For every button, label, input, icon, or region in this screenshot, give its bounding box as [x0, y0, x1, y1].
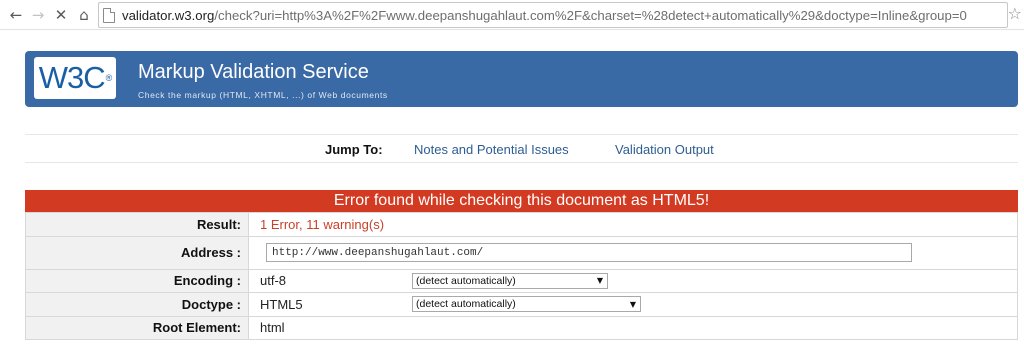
notes-link[interactable]: Notes and Potential Issues	[414, 142, 569, 157]
root-element-label: Root Element:	[25, 315, 249, 340]
error-header: Error found while checking this document…	[25, 190, 1018, 212]
bookmark-star-icon[interactable]: ☆	[1008, 4, 1022, 23]
stop-icon[interactable]: ✕	[51, 5, 71, 25]
url-path: /check?uri=http%3A%2F%2Fwww.deepanshugah…	[214, 7, 967, 23]
url-text[interactable]: validator.w3.org/check?uri=http%3A%2F%2F…	[122, 8, 967, 23]
encoding-select[interactable]: (detect automatically) ▼	[412, 272, 608, 289]
browser-toolbar: ← → ✕ ⌂ validator.w3.org/check?uri=http%…	[0, 0, 1024, 30]
encoding-row: Encoding : utf-8 (detect automatically) …	[25, 268, 1018, 293]
result-value: 1 Error, 11 warning(s)	[248, 212, 1018, 237]
doctype-row: Doctype : HTML5 (detect automatically) ▼	[25, 292, 1018, 317]
doctype-value: HTML5	[260, 296, 303, 312]
address-cell	[248, 235, 1018, 270]
w3c-logo[interactable]: W3C ®	[34, 57, 116, 99]
validator-banner: W3C ® Markup Validation Service Check the…	[25, 51, 1018, 107]
result-label: Result:	[25, 212, 249, 237]
doctype-select[interactable]: (detect automatically) ▼	[412, 296, 641, 313]
doctype-select-value: (detect automatically)	[416, 298, 516, 311]
page-title[interactable]: Markup Validation Service	[138, 61, 369, 84]
address-bar[interactable]: validator.w3.org/check?uri=http%3A%2F%2F…	[98, 2, 1008, 28]
results-table: Result: 1 Error, 11 warning(s) Address :…	[25, 212, 1018, 340]
dropdown-arrow-icon: ▼	[596, 276, 603, 286]
dropdown-arrow-icon: ▼	[629, 299, 636, 309]
doctype-cell: HTML5 (detect automatically) ▼	[248, 292, 1018, 317]
logo-text: W3C	[38, 60, 106, 95]
forward-icon[interactable]: →	[28, 5, 48, 25]
jump-bar: Jump To: Notes and Potential Issues Vali…	[25, 134, 1018, 163]
logo-mark: ®	[105, 73, 113, 83]
home-icon[interactable]: ⌂	[74, 5, 94, 25]
encoding-label: Encoding :	[25, 268, 249, 293]
encoding-cell: utf-8 (detect automatically) ▼	[248, 268, 1018, 293]
root-element-row: Root Element: html	[25, 315, 1018, 340]
jump-label: Jump To:	[325, 142, 383, 157]
validation-output-link[interactable]: Validation Output	[615, 142, 714, 157]
address-row: Address :	[25, 235, 1018, 270]
address-input[interactable]	[266, 243, 912, 263]
url-domain: validator.w3.org	[122, 7, 215, 23]
encoding-value: utf-8	[260, 273, 287, 289]
doctype-label: Doctype :	[25, 292, 249, 317]
page-subtitle: Check the markup (HTML, XHTML, ...) of W…	[138, 90, 388, 100]
encoding-select-value: (detect automatically)	[416, 274, 516, 287]
root-element-value: html	[248, 315, 1018, 340]
page-icon	[103, 7, 115, 23]
address-label: Address :	[25, 235, 249, 270]
result-row: Result: 1 Error, 11 warning(s)	[25, 212, 1018, 237]
back-icon[interactable]: ←	[6, 5, 26, 25]
